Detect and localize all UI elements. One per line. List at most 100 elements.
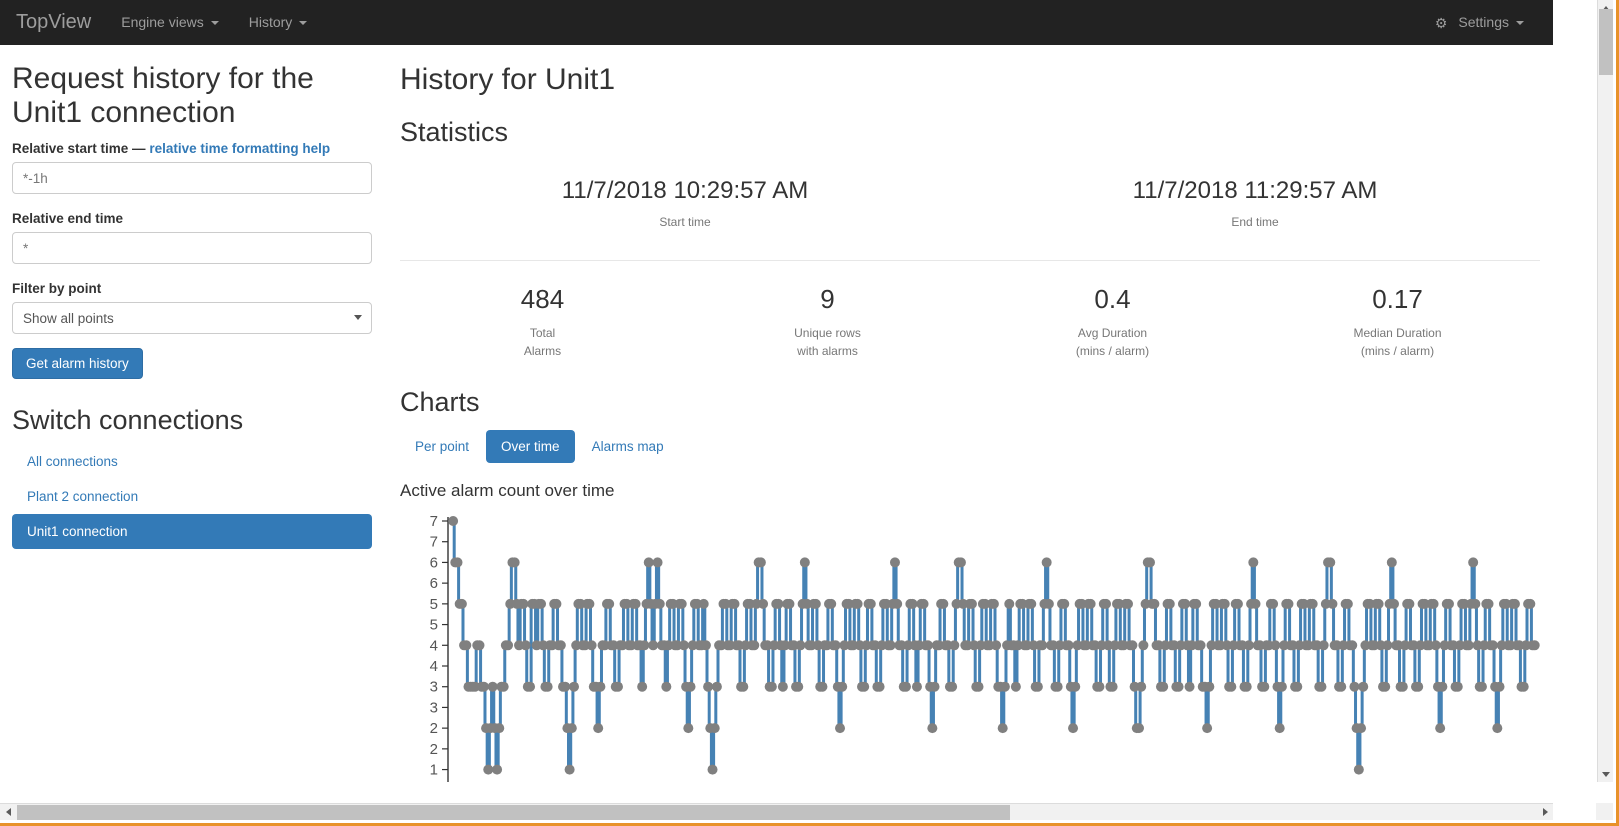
nav-item-history-label: History (249, 0, 293, 45)
end-time-input[interactable] (12, 232, 372, 264)
switch-connections-title: Switch connections (12, 405, 384, 436)
stat-caption: Median Duration (mins / alarm) (1255, 324, 1540, 361)
scroll-down-button[interactable] (1598, 766, 1614, 782)
stat-value: 9 (685, 283, 970, 317)
stat-caption-line2: (mins / alarm) (1255, 342, 1540, 361)
stat-median-duration: 0.17 Median Duration (mins / alarm) (1255, 283, 1540, 361)
vertical-scrollbar[interactable] (1597, 0, 1613, 782)
stat-caption-line1: Median Duration (1255, 324, 1540, 343)
filter-by-point-select[interactable]: Show all points (12, 302, 372, 334)
relative-time-help-link[interactable]: relative time formatting help (149, 141, 330, 156)
start-time-label-text: Relative start time — (12, 141, 146, 156)
start-time-value: 11/7/2018 10:29:57 AM (400, 175, 970, 206)
svg-text:2: 2 (430, 720, 438, 737)
main-content: History for Unit1 Statistics 11/7/2018 1… (400, 45, 1540, 782)
scroll-left-button[interactable] (0, 804, 16, 820)
stat-avg-duration: 0.4 Avg Duration (mins / alarm) (970, 283, 1255, 361)
stat-caption: Total Alarms (400, 324, 685, 361)
stat-caption: Unique rows with alarms (685, 324, 970, 361)
svg-text:6: 6 (430, 554, 438, 571)
svg-text:4: 4 (430, 637, 438, 654)
nav-item-history[interactable]: History (234, 0, 323, 45)
list-item: All connections (12, 444, 372, 479)
list-item: Unit1 connection (12, 514, 372, 549)
sidebar-item-unit1-connection[interactable]: Unit1 connection (12, 514, 372, 549)
statistics-number-row: 484 Total Alarms 9 Unique rows with alar… (400, 283, 1540, 361)
stat-caption-line1: Avg Duration (970, 324, 1255, 343)
end-time-caption: End time (970, 213, 1540, 232)
end-time-label: Relative end time (12, 211, 384, 226)
stat-caption-line2: Alarms (400, 342, 685, 361)
filter-by-point-label: Filter by point (12, 281, 384, 296)
scrollbar-corner (1596, 803, 1613, 820)
list-item: Plant 2 connection (12, 479, 372, 514)
stat-caption-line2: with alarms (685, 342, 970, 361)
tab-per-point[interactable]: Per point (400, 430, 484, 463)
start-time-stat: 11/7/2018 10:29:57 AM Start time (400, 175, 970, 232)
active-alarm-count-chart[interactable]: 776655443322110 (400, 511, 1540, 782)
end-time-value: 11/7/2018 11:29:57 AM (970, 175, 1540, 206)
statistics-heading: Statistics (400, 117, 1540, 148)
scroll-right-button[interactable] (1537, 804, 1553, 820)
filter-by-point-select-wrap: Show all points (12, 302, 372, 334)
sidebar-item-plant-2-connection[interactable]: Plant 2 connection (12, 479, 372, 514)
tab-alarms-map[interactable]: Alarms map (577, 430, 679, 463)
page-title: History for Unit1 (400, 63, 1540, 97)
stat-total-alarms: 484 Total Alarms (400, 283, 685, 361)
start-time-label: Relative start time — relative time form… (12, 141, 384, 156)
horizontal-scrollbar-thumb[interactable] (17, 805, 1010, 820)
svg-text:7: 7 (430, 533, 438, 550)
svg-text:5: 5 (430, 596, 438, 613)
request-history-title: Request history for the Unit1 connection (12, 62, 384, 129)
browser-window: TopView Engine views History ⚙ Settings … (0, 0, 1619, 826)
stat-unique-rows: 9 Unique rows with alarms (685, 283, 970, 361)
divider (400, 260, 1540, 261)
stat-caption: Avg Duration (mins / alarm) (970, 324, 1255, 361)
horizontal-scrollbar[interactable] (0, 803, 1553, 820)
spacer (12, 264, 384, 281)
chart-svg: 776655443322110 (400, 511, 1540, 782)
chart-title: Active alarm count over time (400, 481, 1540, 501)
stat-value: 0.17 (1255, 283, 1540, 317)
nav-item-engine-views-label: Engine views (121, 0, 204, 45)
gear-icon: ⚙ (1435, 16, 1448, 30)
brand-logo[interactable]: TopView (0, 0, 106, 45)
svg-text:2: 2 (430, 741, 438, 758)
charts-heading: Charts (400, 387, 1540, 418)
svg-text:6: 6 (430, 575, 438, 592)
page-body: Request history for the Unit1 connection… (0, 45, 1553, 782)
svg-text:1: 1 (430, 761, 438, 778)
statistics-time-row: 11/7/2018 10:29:57 AM Start time 11/7/20… (400, 175, 1540, 232)
navbar-right-group: ⚙ Settings (1420, 0, 1553, 45)
chevron-right-icon (1543, 808, 1548, 816)
stat-caption-line2: (mins / alarm) (970, 342, 1255, 361)
connections-list: All connections Plant 2 connection Unit1… (12, 444, 372, 549)
stat-value: 0.4 (970, 283, 1255, 317)
start-time-input[interactable] (12, 162, 372, 194)
svg-text:4: 4 (430, 658, 438, 675)
tab-over-time[interactable]: Over time (486, 430, 575, 463)
chevron-down-icon (299, 21, 307, 25)
nav-item-settings-label: Settings (1458, 0, 1509, 45)
chevron-left-icon (6, 808, 11, 816)
nav-item-settings[interactable]: ⚙ Settings (1420, 0, 1539, 45)
top-navbar: TopView Engine views History ⚙ Settings (0, 0, 1553, 45)
sidebar: Request history for the Unit1 connection… (12, 45, 384, 549)
chart-tabs: Per point Over time Alarms map (400, 430, 1540, 463)
stat-caption-line1: Unique rows (685, 324, 970, 343)
get-alarm-history-button[interactable]: Get alarm history (12, 348, 143, 379)
stat-value: 484 (400, 283, 685, 317)
svg-text:3: 3 (430, 699, 438, 716)
svg-text:7: 7 (430, 513, 438, 530)
start-time-caption: Start time (400, 213, 970, 232)
end-time-stat: 11/7/2018 11:29:57 AM End time (970, 175, 1540, 232)
chevron-down-icon (1516, 21, 1524, 25)
nav-item-engine-views[interactable]: Engine views (106, 0, 234, 45)
svg-text:5: 5 (430, 616, 438, 633)
sidebar-item-all-connections[interactable]: All connections (12, 444, 372, 479)
spacer (12, 194, 384, 211)
chevron-down-icon (1602, 772, 1610, 777)
stat-caption-line1: Total (400, 324, 685, 343)
vertical-scrollbar-thumb[interactable] (1599, 9, 1613, 75)
chevron-down-icon (211, 21, 219, 25)
